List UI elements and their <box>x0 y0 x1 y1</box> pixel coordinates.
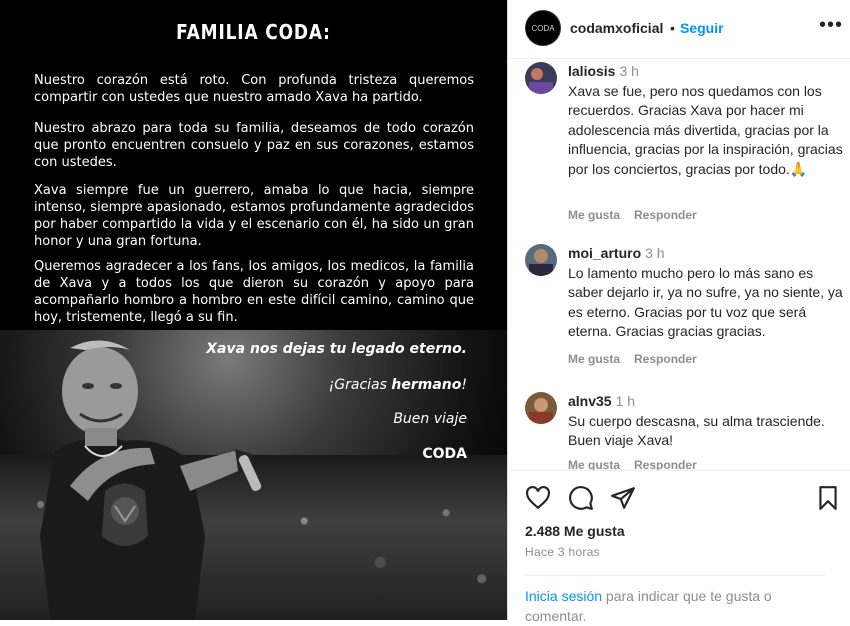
comment-body: laliosis 3 h Xava se fue, pero nos quedam… <box>568 62 843 179</box>
comment-username[interactable]: moi_arturo <box>568 245 641 261</box>
signature: CODA <box>422 446 467 462</box>
comment-time[interactable]: 3 h <box>619 63 638 79</box>
like-comment-button[interactable]: Me gusta <box>568 352 620 366</box>
thanks-text: ¡Gracias hermano! <box>329 377 467 393</box>
comment-actions: Me gusta Responder <box>568 208 711 222</box>
avatar-logo-text: CODA <box>531 24 555 33</box>
comment-username[interactable]: laliosis <box>568 63 615 79</box>
commenter-avatar[interactable] <box>525 244 557 276</box>
bookmark-icon[interactable] <box>815 485 841 511</box>
comment: alnv35 1 h Su cuerpo descasna, su alma tr… <box>525 392 835 470</box>
thanks-bold: hermano <box>391 377 462 393</box>
commenter-avatar[interactable] <box>525 62 557 94</box>
post-header: CODA codamxoficial • Seguir ••• <box>508 0 850 59</box>
comment-actions: Me gusta Responder <box>568 458 711 470</box>
reply-button[interactable]: Responder <box>634 458 697 470</box>
legacy-text: Xava nos dejas tu legado eterno. <box>206 341 467 357</box>
comment-time[interactable]: 3 h <box>645 245 664 261</box>
post-paragraph: Xava siempre fue un guerrero, amaba lo q… <box>34 183 474 249</box>
comments-list: laliosis 3 h Xava se fue, pero nos quedam… <box>508 58 850 470</box>
reply-button[interactable]: Responder <box>634 208 697 222</box>
post-image: FAMILIA CODA: Nuestro corazón está roto.… <box>0 0 507 620</box>
post-time[interactable]: Hace 3 horas <box>525 545 600 559</box>
comment-text: Su cuerpo descasna, su alma trasciende. … <box>568 412 825 449</box>
follow-button[interactable]: Seguir <box>680 20 724 36</box>
comment-text: Xava se fue, pero nos quedamos con los r… <box>568 82 843 177</box>
singer-photo <box>40 340 262 620</box>
like-comment-button[interactable]: Me gusta <box>568 208 620 222</box>
more-options-icon[interactable]: ••• <box>819 14 843 37</box>
comment-body: alnv35 1 h Su cuerpo descasna, su alma tr… <box>568 392 843 451</box>
comment-time[interactable]: 1 h <box>616 393 635 409</box>
likes-count[interactable]: 2.488 Me gusta <box>525 523 625 539</box>
post-sidebar: CODA codamxoficial • Seguir ••• laliosis… <box>507 0 850 624</box>
post-paragraph: Nuestro abrazo para toda su familia, des… <box>34 121 474 170</box>
thanks-suffix: ! <box>461 377 467 393</box>
thanks-prefix: ¡Gracias <box>328 377 392 393</box>
post-paragraph: Queremos agradecer a los fans, los amigo… <box>34 259 474 325</box>
account-username[interactable]: codamxoficial <box>570 20 663 36</box>
post-title: FAMILIA CODA: <box>176 20 331 44</box>
commenter-avatar[interactable] <box>525 392 557 424</box>
comment: laliosis 3 h Xava se fue, pero nos quedam… <box>525 62 843 222</box>
share-icon[interactable] <box>610 485 636 511</box>
post-paragraph: Nuestro corazón está roto. Con profunda … <box>34 73 474 105</box>
comment: moi_arturo 3 h Lo lamento mucho pero lo m… <box>525 244 843 374</box>
comment-actions: Me gusta Responder <box>568 352 711 366</box>
account-avatar[interactable]: CODA <box>525 10 561 46</box>
heart-icon[interactable] <box>525 485 551 511</box>
reply-button[interactable]: Responder <box>634 352 697 366</box>
comment-body: moi_arturo 3 h Lo lamento mucho pero lo m… <box>568 244 843 342</box>
farewell-text: Buen viaje <box>393 411 467 427</box>
login-prompt: Inicia sesión para indicar que te gusta … <box>525 575 825 626</box>
comment-icon[interactable] <box>568 485 594 511</box>
separator-dot: • <box>670 20 675 36</box>
like-comment-button[interactable]: Me gusta <box>568 458 620 470</box>
comment-username[interactable]: alnv35 <box>568 393 612 409</box>
login-link[interactable]: Inicia sesión <box>525 588 602 604</box>
comment-text: Lo lamento mucho pero lo más sano es sab… <box>568 264 843 340</box>
post-actions: 2.488 Me gusta Hace 3 horas Inicia sesió… <box>508 470 850 624</box>
